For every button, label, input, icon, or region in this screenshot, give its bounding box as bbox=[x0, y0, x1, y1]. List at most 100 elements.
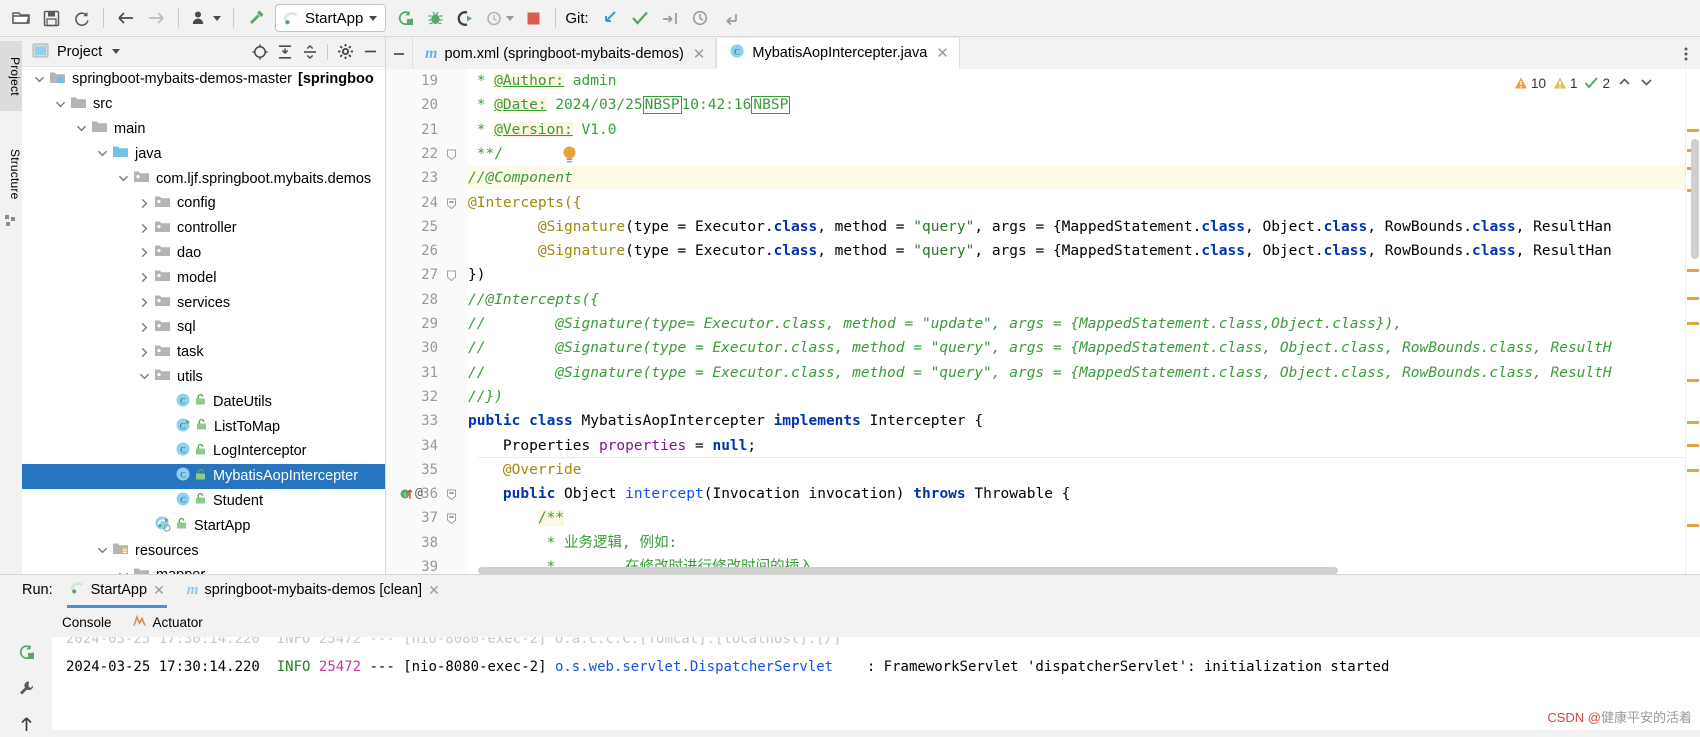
code-line[interactable]: 21 * @Version: V1.0 bbox=[386, 118, 1700, 142]
chevron-down-icon[interactable] bbox=[32, 72, 46, 86]
rerun-icon[interactable] bbox=[17, 643, 36, 665]
code-line[interactable]: 24 @Intercepts({ bbox=[386, 191, 1700, 215]
tab-mybatis-aop-intercepter[interactable]: C MybatisAopIntercepter.java ✕ bbox=[716, 38, 960, 69]
hide-panel-icon[interactable] bbox=[359, 41, 381, 63]
tree-row[interactable]: resources bbox=[22, 538, 385, 563]
fold-end-icon[interactable] bbox=[446, 148, 457, 161]
build-hammer-icon[interactable] bbox=[241, 3, 271, 33]
profile-icon[interactable] bbox=[186, 3, 226, 33]
locate-icon[interactable] bbox=[249, 41, 271, 63]
run-with-coverage-icon[interactable] bbox=[450, 3, 480, 33]
chevron-down-icon[interactable] bbox=[53, 97, 67, 111]
code-line[interactable]: 33 public class MybatisAopIntercepter imp… bbox=[386, 409, 1700, 433]
tree-row[interactable]: com.ljf.springboot.mybaits.demos bbox=[22, 166, 385, 191]
git-commit-icon[interactable] bbox=[625, 3, 655, 33]
tree-row[interactable]: C Student bbox=[22, 489, 385, 514]
close-icon[interactable]: ✕ bbox=[691, 45, 708, 63]
sidebar-item-structure[interactable]: Structure bbox=[0, 133, 22, 215]
editor-horizontal-scrollbar[interactable] bbox=[478, 567, 1338, 574]
fold-start-icon[interactable] bbox=[446, 197, 457, 209]
tree-row[interactable]: springboot-mybaits-demos-master [springbo… bbox=[22, 67, 385, 92]
console-output[interactable]: 2024-03-25 17:30:14.220 INFO 25472 --- [… bbox=[52, 637, 1700, 730]
git-rollback-icon[interactable] bbox=[715, 3, 745, 33]
code-line[interactable]: 32 //}) bbox=[386, 385, 1700, 409]
scroll-up-icon[interactable] bbox=[17, 715, 36, 737]
tab-console[interactable]: Console bbox=[52, 611, 122, 634]
tree-row[interactable]: mapper bbox=[22, 563, 385, 574]
back-icon[interactable] bbox=[111, 3, 141, 33]
forward-icon[interactable] bbox=[141, 3, 171, 33]
close-icon[interactable]: ✕ bbox=[153, 582, 165, 599]
run-icon[interactable] bbox=[390, 3, 420, 33]
code-editor[interactable]: 19 * @Author: admin 20 * @Date: 2024/03/2… bbox=[386, 69, 1700, 574]
run-tab-maven-clean[interactable]: m springboot-mybaits-demos [clean] ✕ bbox=[181, 578, 446, 603]
tab-actuator[interactable]: Actuator bbox=[122, 609, 213, 635]
profiler-icon[interactable] bbox=[480, 3, 518, 33]
chevron-down-icon[interactable] bbox=[137, 370, 151, 384]
code-line[interactable]: 26 @Signature(type = Executor.class, met… bbox=[386, 239, 1700, 263]
code-line[interactable]: 22 **/ bbox=[386, 142, 1700, 166]
code-line[interactable]: 31 // @Signature(type = Executor.class, m… bbox=[386, 361, 1700, 385]
chevron-right-icon[interactable] bbox=[137, 271, 151, 285]
tree-row[interactable]: services bbox=[22, 290, 385, 315]
tab-pom-xml[interactable]: m pom.xml (springboot-mybaits-demos) ✕ bbox=[412, 38, 717, 69]
chevron-right-icon[interactable] bbox=[137, 345, 151, 359]
expand-all-icon[interactable] bbox=[274, 41, 296, 63]
code-line[interactable]: 19 * @Author: admin bbox=[386, 69, 1700, 93]
next-highlight-icon[interactable] bbox=[1639, 75, 1654, 92]
tree-row-selected[interactable]: C MybatisAopIntercepter bbox=[22, 463, 385, 489]
code-line[interactable]: 28 //@Intercepts({ bbox=[386, 288, 1700, 312]
favorites-icon[interactable] bbox=[5, 215, 17, 227]
tree-row[interactable]: StartApp bbox=[22, 513, 385, 538]
chevron-down-icon[interactable] bbox=[369, 15, 378, 21]
collapse-all-icon[interactable] bbox=[299, 41, 321, 63]
chevron-right-icon[interactable] bbox=[137, 221, 151, 235]
prev-highlight-icon[interactable] bbox=[1617, 75, 1632, 92]
save-all-icon[interactable] bbox=[36, 3, 66, 33]
code-line[interactable]: 38 * 业务逻辑, 例如: bbox=[386, 531, 1700, 555]
sync-icon[interactable] bbox=[66, 3, 96, 33]
chevron-right-icon[interactable] bbox=[137, 246, 151, 260]
sidebar-item-project[interactable]: Project bbox=[0, 41, 22, 111]
chevron-down-icon[interactable] bbox=[74, 122, 88, 136]
chevron-down-icon[interactable] bbox=[95, 147, 109, 161]
code-line[interactable]: 36 public Object intercept(Invocation in… bbox=[386, 482, 1700, 506]
inspection-summary[interactable]: 10 1 2 bbox=[1505, 69, 1654, 97]
open-folder-icon[interactable] bbox=[6, 3, 36, 33]
close-icon[interactable]: ✕ bbox=[428, 582, 440, 599]
chevron-right-icon[interactable] bbox=[137, 296, 151, 310]
editor-hide-icon[interactable] bbox=[386, 38, 412, 69]
tree-row[interactable]: C DateUtils bbox=[22, 389, 385, 414]
tree-row[interactable]: controller bbox=[22, 216, 385, 241]
code-line[interactable]: 34 Properties properties = null; bbox=[386, 434, 1700, 458]
git-push-icon[interactable] bbox=[655, 3, 685, 33]
fold-end-icon[interactable] bbox=[446, 269, 457, 282]
code-line[interactable]: 37 /** bbox=[386, 506, 1700, 530]
tree-row[interactable]: C ListToMap bbox=[22, 414, 385, 439]
tree-row[interactable]: utils bbox=[22, 365, 385, 390]
project-tree[interactable]: springboot-mybaits-demos-master [springbo… bbox=[22, 67, 385, 574]
intention-bulb-icon[interactable] bbox=[561, 145, 578, 168]
git-history-icon[interactable] bbox=[685, 3, 715, 33]
code-line[interactable]: 25 @Signature(type = Executor.class, met… bbox=[386, 215, 1700, 239]
code-line[interactable]: 20 * @Date: 2024/03/25 NBSP 10:42:16 NBSP bbox=[386, 93, 1700, 117]
tree-row[interactable]: java bbox=[22, 141, 385, 166]
close-icon[interactable]: ✕ bbox=[934, 44, 951, 62]
chevron-down-icon[interactable] bbox=[95, 544, 109, 558]
run-tab-startapp[interactable]: StartApp ✕ bbox=[63, 576, 171, 608]
tree-row[interactable]: config bbox=[22, 191, 385, 216]
gutter-override-marks[interactable]: I @ bbox=[400, 486, 423, 501]
code-line[interactable]: 27}) bbox=[386, 263, 1700, 287]
tree-row[interactable]: src bbox=[22, 92, 385, 117]
tree-row[interactable]: dao bbox=[22, 241, 385, 266]
editor-marker-bar[interactable] bbox=[1685, 69, 1700, 574]
gear-icon[interactable] bbox=[334, 41, 356, 63]
code-line[interactable]: 30 // @Signature(type = Executor.class, m… bbox=[386, 336, 1700, 360]
chevron-right-icon[interactable] bbox=[137, 320, 151, 334]
tree-row[interactable]: main bbox=[22, 117, 385, 142]
code-line[interactable]: 23 //@Component bbox=[386, 166, 1700, 190]
stop-icon[interactable] bbox=[518, 3, 548, 33]
run-configuration-selector[interactable]: StartApp bbox=[275, 4, 387, 32]
chevron-down-icon[interactable] bbox=[116, 172, 130, 186]
tree-row[interactable]: model bbox=[22, 265, 385, 290]
